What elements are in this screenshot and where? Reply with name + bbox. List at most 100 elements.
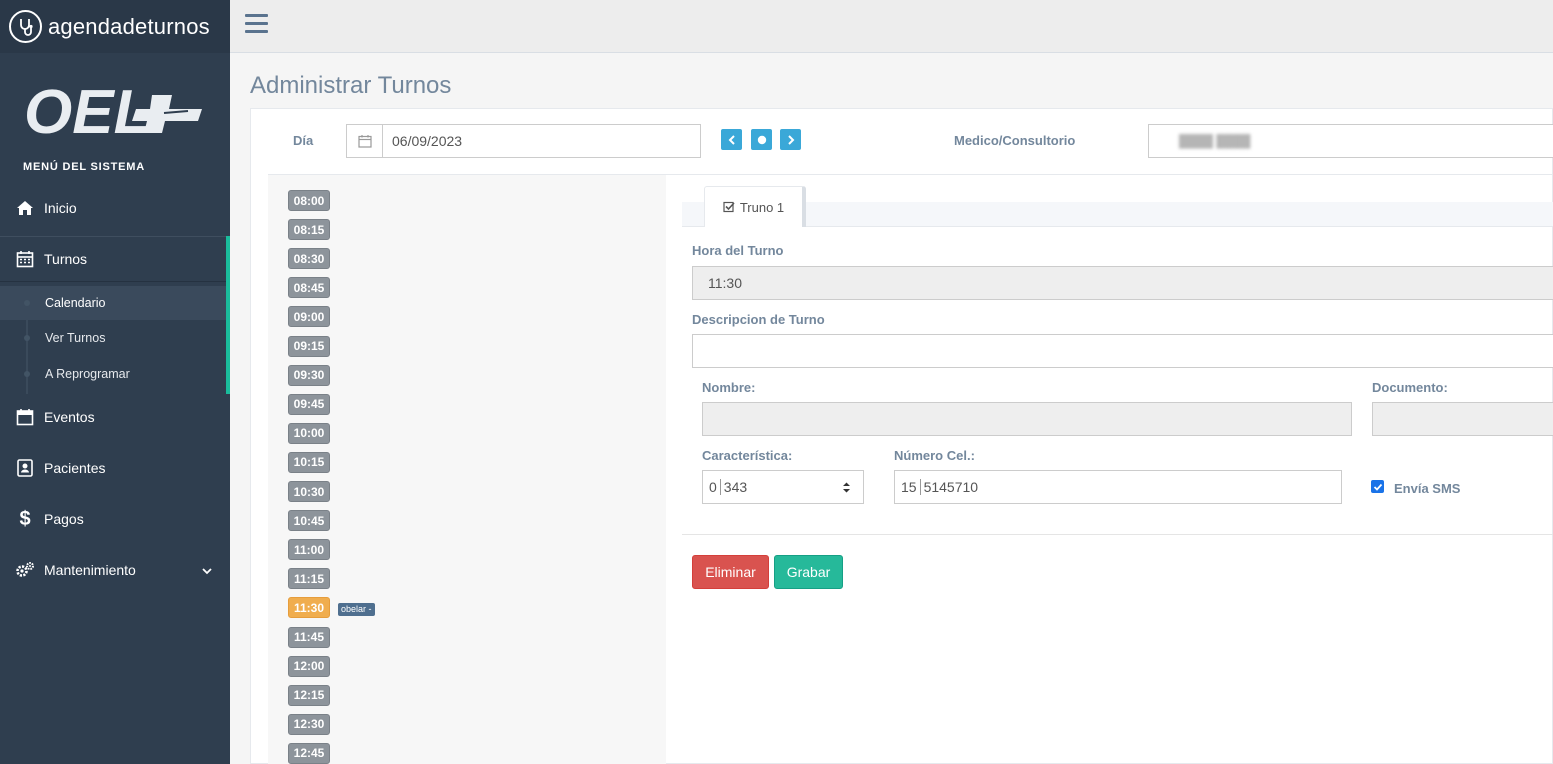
gears-icon xyxy=(14,561,36,579)
sms-label: Envía SMS xyxy=(1394,481,1461,496)
time-slot[interactable]: 11:30 xyxy=(288,597,330,619)
doctor-label: Medico/Consultorio xyxy=(954,133,1076,148)
sidebar-item-label: Eventos xyxy=(44,409,95,425)
checkmark-icon xyxy=(1373,483,1382,491)
doctor-select[interactable]: ████ ████ xyxy=(1148,124,1553,158)
caracteristica-label: Característica: xyxy=(702,448,793,463)
time-slot[interactable]: 10:45 xyxy=(288,510,330,532)
brand[interactable]: agendadeturnos xyxy=(0,0,230,53)
caracteristica-prefix: 0 xyxy=(703,479,721,495)
sidebar-item-label: Pacientes xyxy=(44,460,106,476)
hora-field[interactable]: 11:30 xyxy=(692,266,1553,300)
time-slot[interactable]: 09:00 xyxy=(288,306,330,328)
time-slot[interactable]: 08:15 xyxy=(288,219,330,241)
descripcion-field[interactable] xyxy=(692,334,1553,368)
bullet-icon xyxy=(24,335,30,341)
chevron-down-icon xyxy=(202,562,212,578)
sidebar-item-mantenimiento[interactable]: Mantenimiento xyxy=(0,547,230,593)
sidebar-subitem-label: A Reprogramar xyxy=(45,367,130,381)
page-title: Administrar Turnos xyxy=(250,72,452,99)
circle-icon xyxy=(757,135,766,144)
prev-day-button[interactable] xyxy=(721,129,742,150)
sidebar-subitem-label: Ver Turnos xyxy=(45,331,106,345)
time-slot[interactable]: 11:15 xyxy=(288,568,330,590)
tab-label: Truno 1 xyxy=(739,199,785,215)
sidebar-item-label: Inicio xyxy=(44,200,77,216)
next-day-button[interactable] xyxy=(780,129,801,150)
hora-value: 11:30 xyxy=(708,275,742,291)
top-navbar xyxy=(230,0,1553,53)
doctor-value: ████ ████ xyxy=(1179,134,1251,148)
time-slot[interactable]: 10:30 xyxy=(288,481,330,502)
tab-strip xyxy=(682,202,1553,227)
caracteristica-field[interactable]: 0 343 xyxy=(702,470,864,504)
celular-label: Número Cel.: xyxy=(894,448,975,463)
delete-button[interactable]: Eliminar xyxy=(692,555,769,589)
oel-logo: OEL xyxy=(24,75,206,147)
sidebar-subitem-a-reprogramar[interactable]: A Reprogramar xyxy=(0,357,226,391)
logo-text: OEL xyxy=(24,78,151,141)
time-slot[interactable]: 11:00 xyxy=(288,539,330,561)
menu-title: MENÚ DEL SISTEMA xyxy=(23,161,145,173)
time-slot[interactable]: 08:30 xyxy=(288,248,330,270)
nombre-label: Nombre: xyxy=(702,380,756,395)
checkbox-icon xyxy=(723,201,735,213)
time-slot[interactable]: 11:45 xyxy=(288,626,330,648)
time-slot[interactable]: 10:15 xyxy=(288,451,330,473)
sidebar-item-label: Mantenimiento xyxy=(44,562,136,578)
time-slot[interactable]: 09:45 xyxy=(288,393,330,415)
sidebar-subitem-ver-turnos[interactable]: Ver Turnos xyxy=(0,321,226,355)
time-slot[interactable]: 08:45 xyxy=(288,277,330,299)
hora-label: Hora del Turno xyxy=(692,243,784,258)
contact-book-icon xyxy=(14,459,36,477)
time-slot[interactable]: 09:30 xyxy=(288,364,330,386)
calendar-blank-icon xyxy=(14,408,36,426)
descripcion-label: Descripcion de Turno xyxy=(692,312,825,327)
celular-value: 5145710 xyxy=(923,479,979,495)
sidebar-item-pacientes[interactable]: Pacientes xyxy=(0,445,230,491)
sidebar-item-label: Pagos xyxy=(44,511,84,527)
time-slot[interactable]: 12:00 xyxy=(288,655,330,677)
nombre-field[interactable] xyxy=(702,402,1352,436)
time-slot[interactable]: 12:30 xyxy=(288,713,330,735)
menu-toggle-icon[interactable] xyxy=(245,14,268,34)
calendar-small-icon[interactable] xyxy=(347,125,383,157)
time-slot[interactable]: 09:15 xyxy=(288,335,330,357)
time-slot[interactable]: 12:15 xyxy=(288,684,330,706)
form-divider xyxy=(682,534,1553,535)
time-slot[interactable]: 12:45 xyxy=(288,742,330,764)
day-label: Día xyxy=(293,133,314,148)
today-button[interactable] xyxy=(751,129,772,150)
active-indicator xyxy=(226,236,230,394)
bullet-icon xyxy=(24,300,30,306)
celular-prefix: 15 xyxy=(895,479,921,495)
chevron-right-icon xyxy=(787,134,794,145)
sidebar: agendadeturnos OEL MENÚ DEL SISTEMA Inic… xyxy=(0,0,230,764)
sidebar-item-pagos[interactable]: $ Pagos xyxy=(0,496,230,542)
documento-field[interactable] xyxy=(1372,402,1553,436)
save-button[interactable]: Grabar xyxy=(774,555,843,589)
celular-field[interactable]: 15 5145710 xyxy=(894,470,1342,504)
calendar-icon xyxy=(14,250,36,268)
sms-checkbox[interactable] xyxy=(1371,480,1384,493)
sidebar-item-eventos[interactable]: Eventos xyxy=(0,394,230,440)
slot-patient-tag[interactable]: obelar - xyxy=(338,603,375,616)
time-slot[interactable]: 10:00 xyxy=(288,422,330,444)
sidebar-subitem-calendario[interactable]: Calendario xyxy=(0,286,226,320)
sidebar-item-label: Turnos xyxy=(44,251,88,267)
day-input[interactable]: 06/09/2023 xyxy=(346,124,701,158)
chevron-left-icon xyxy=(728,134,735,145)
sidebar-item-turnos[interactable]: Turnos xyxy=(0,236,230,282)
bullet-icon xyxy=(24,371,30,377)
sidebar-item-inicio[interactable]: Inicio xyxy=(0,185,230,231)
stethoscope-icon xyxy=(9,10,42,43)
documento-label: Documento: xyxy=(1372,380,1448,395)
caracteristica-value: 343 xyxy=(723,479,748,495)
spinner-icon[interactable] xyxy=(842,481,851,494)
sidebar-subitem-label: Calendario xyxy=(45,296,106,310)
brand-name: agendadeturnos xyxy=(48,13,210,39)
dollar-icon: $ xyxy=(19,507,31,530)
tab-turno-1[interactable]: Truno 1 xyxy=(704,186,806,227)
day-value: 06/09/2023 xyxy=(392,133,463,149)
time-slot[interactable]: 08:00 xyxy=(288,190,330,211)
